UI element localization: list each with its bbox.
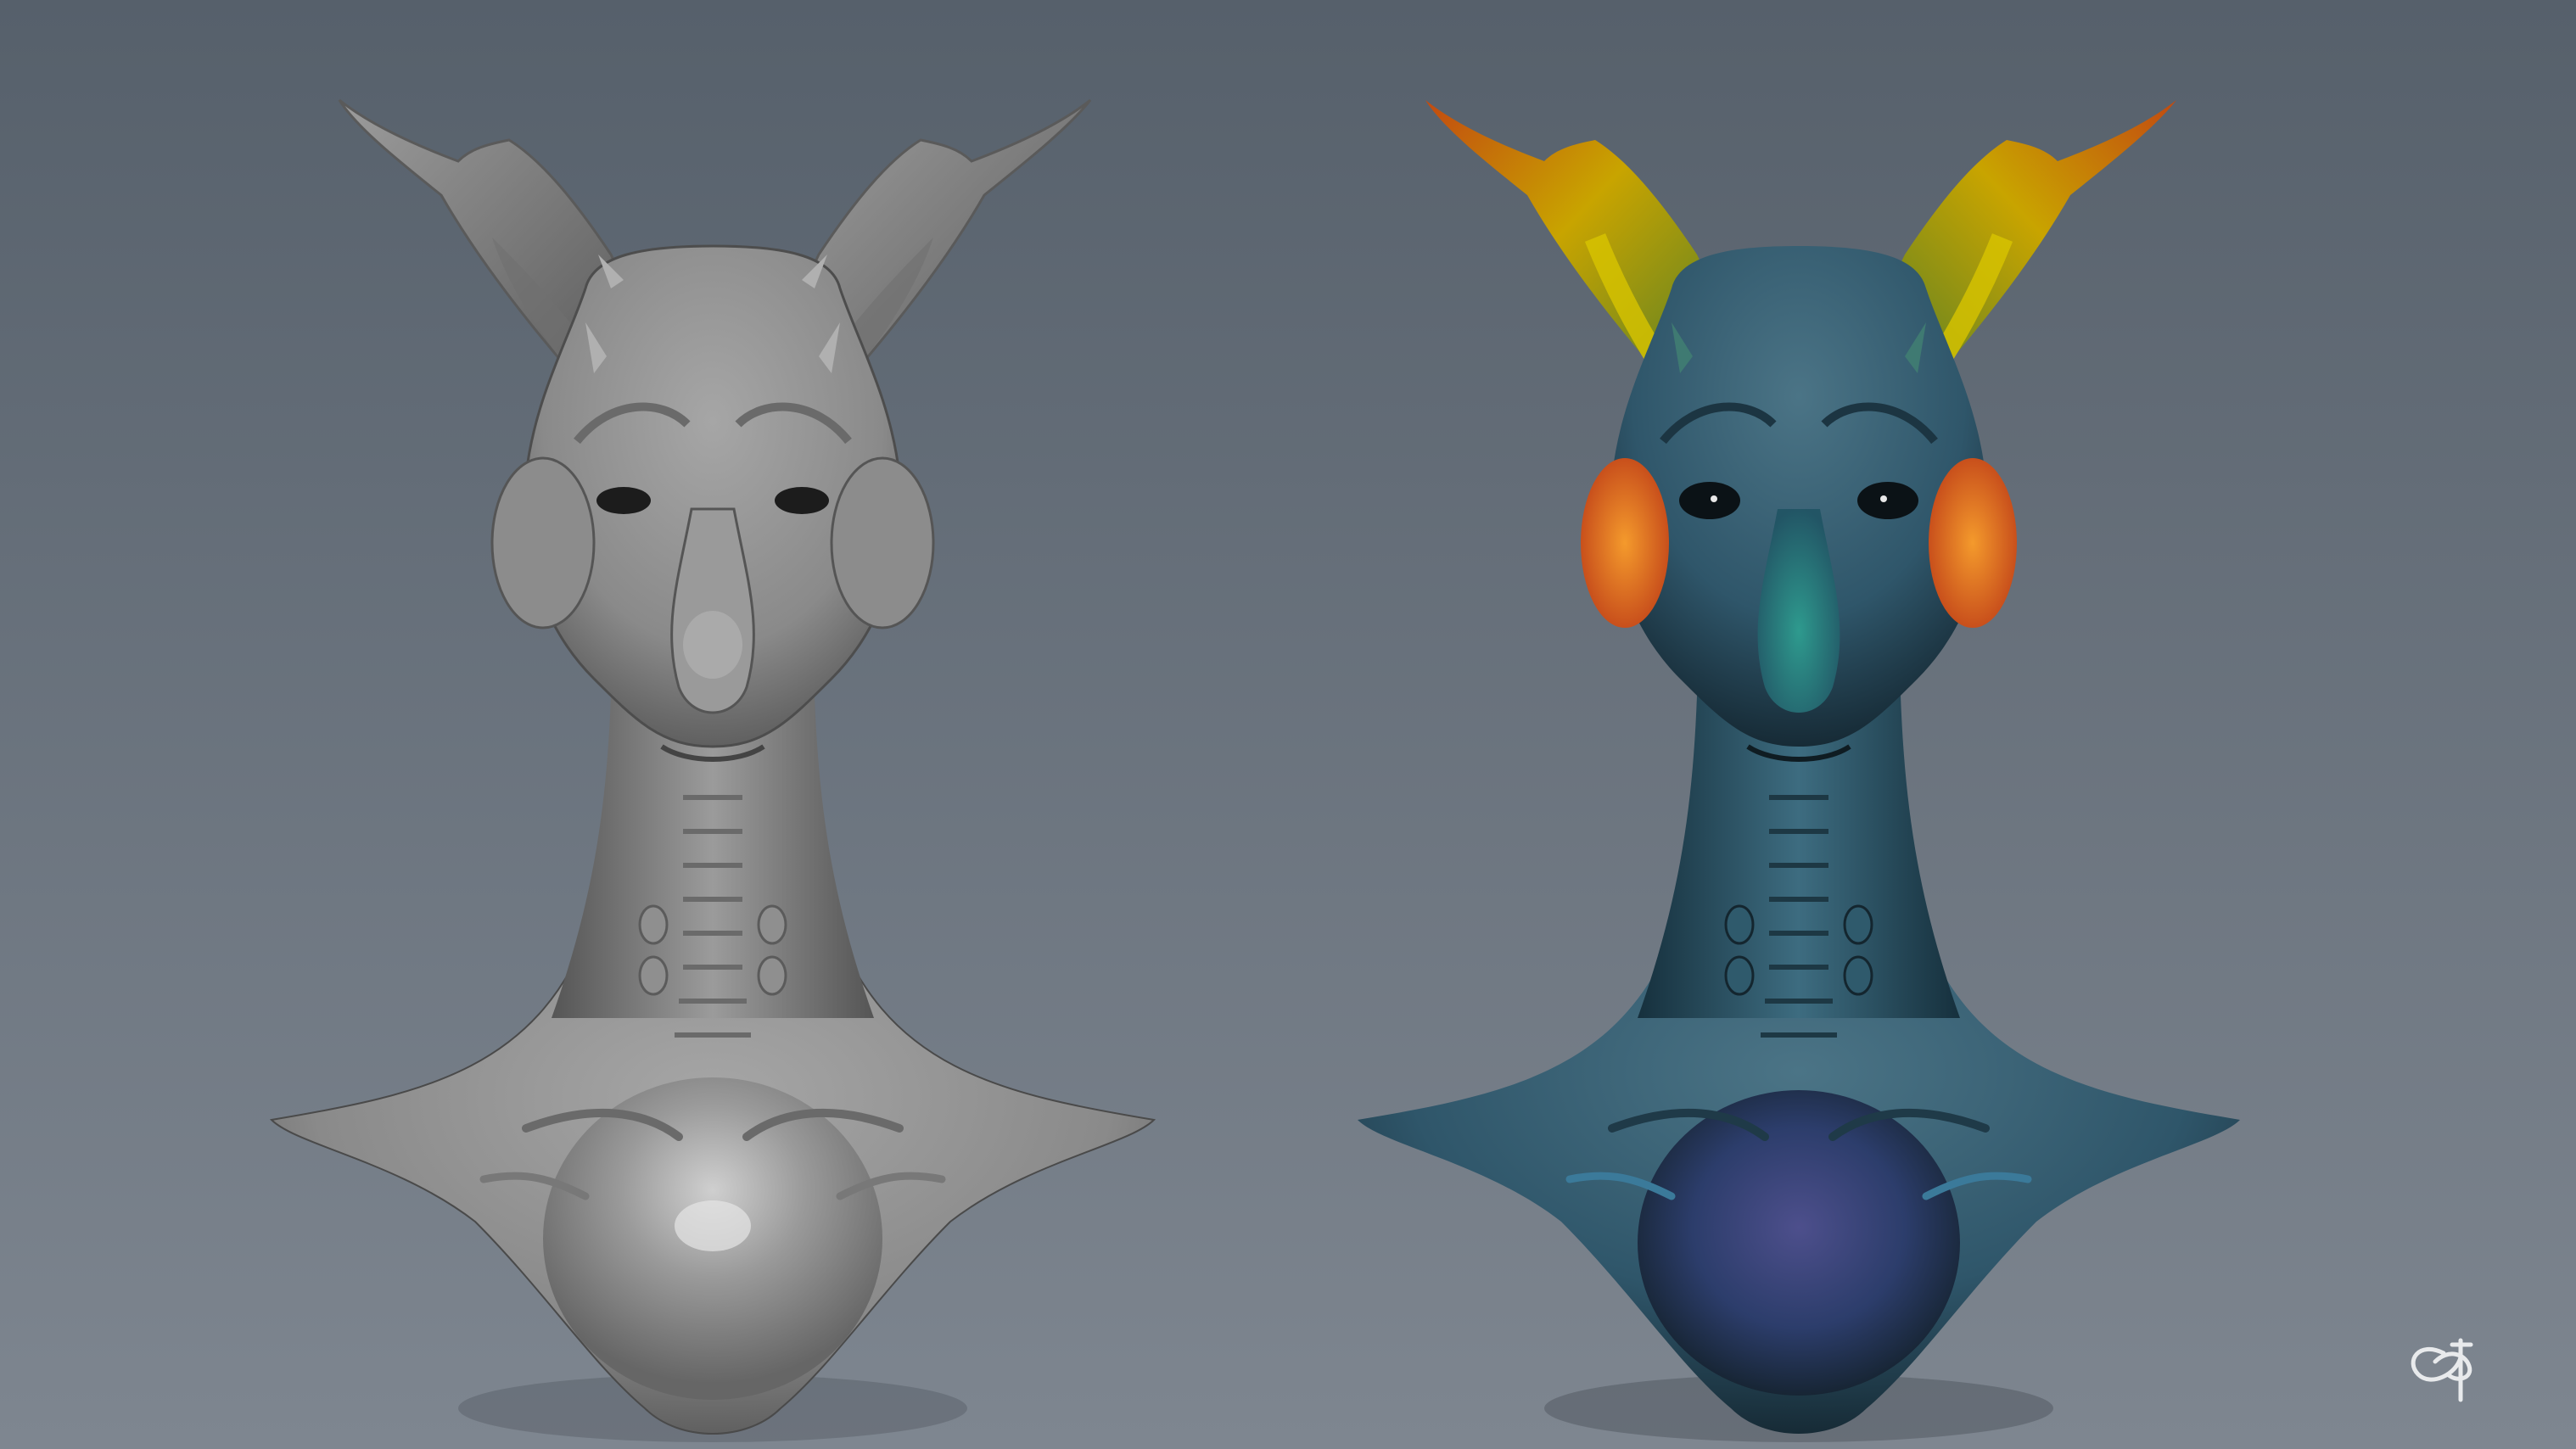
render-viewport: [0, 0, 2576, 1449]
painted-left-eye: [1679, 482, 1740, 519]
render-scene: [0, 0, 2576, 1449]
clay-right-eye: [775, 487, 829, 514]
painted-right-eye: [1857, 482, 1918, 519]
painted-chest: [1638, 1090, 1960, 1396]
background: [0, 0, 2576, 1449]
painted-left-cheek: [1581, 458, 1669, 628]
painted-right-cheek: [1929, 458, 2017, 628]
clay-left-eye: [596, 487, 651, 514]
